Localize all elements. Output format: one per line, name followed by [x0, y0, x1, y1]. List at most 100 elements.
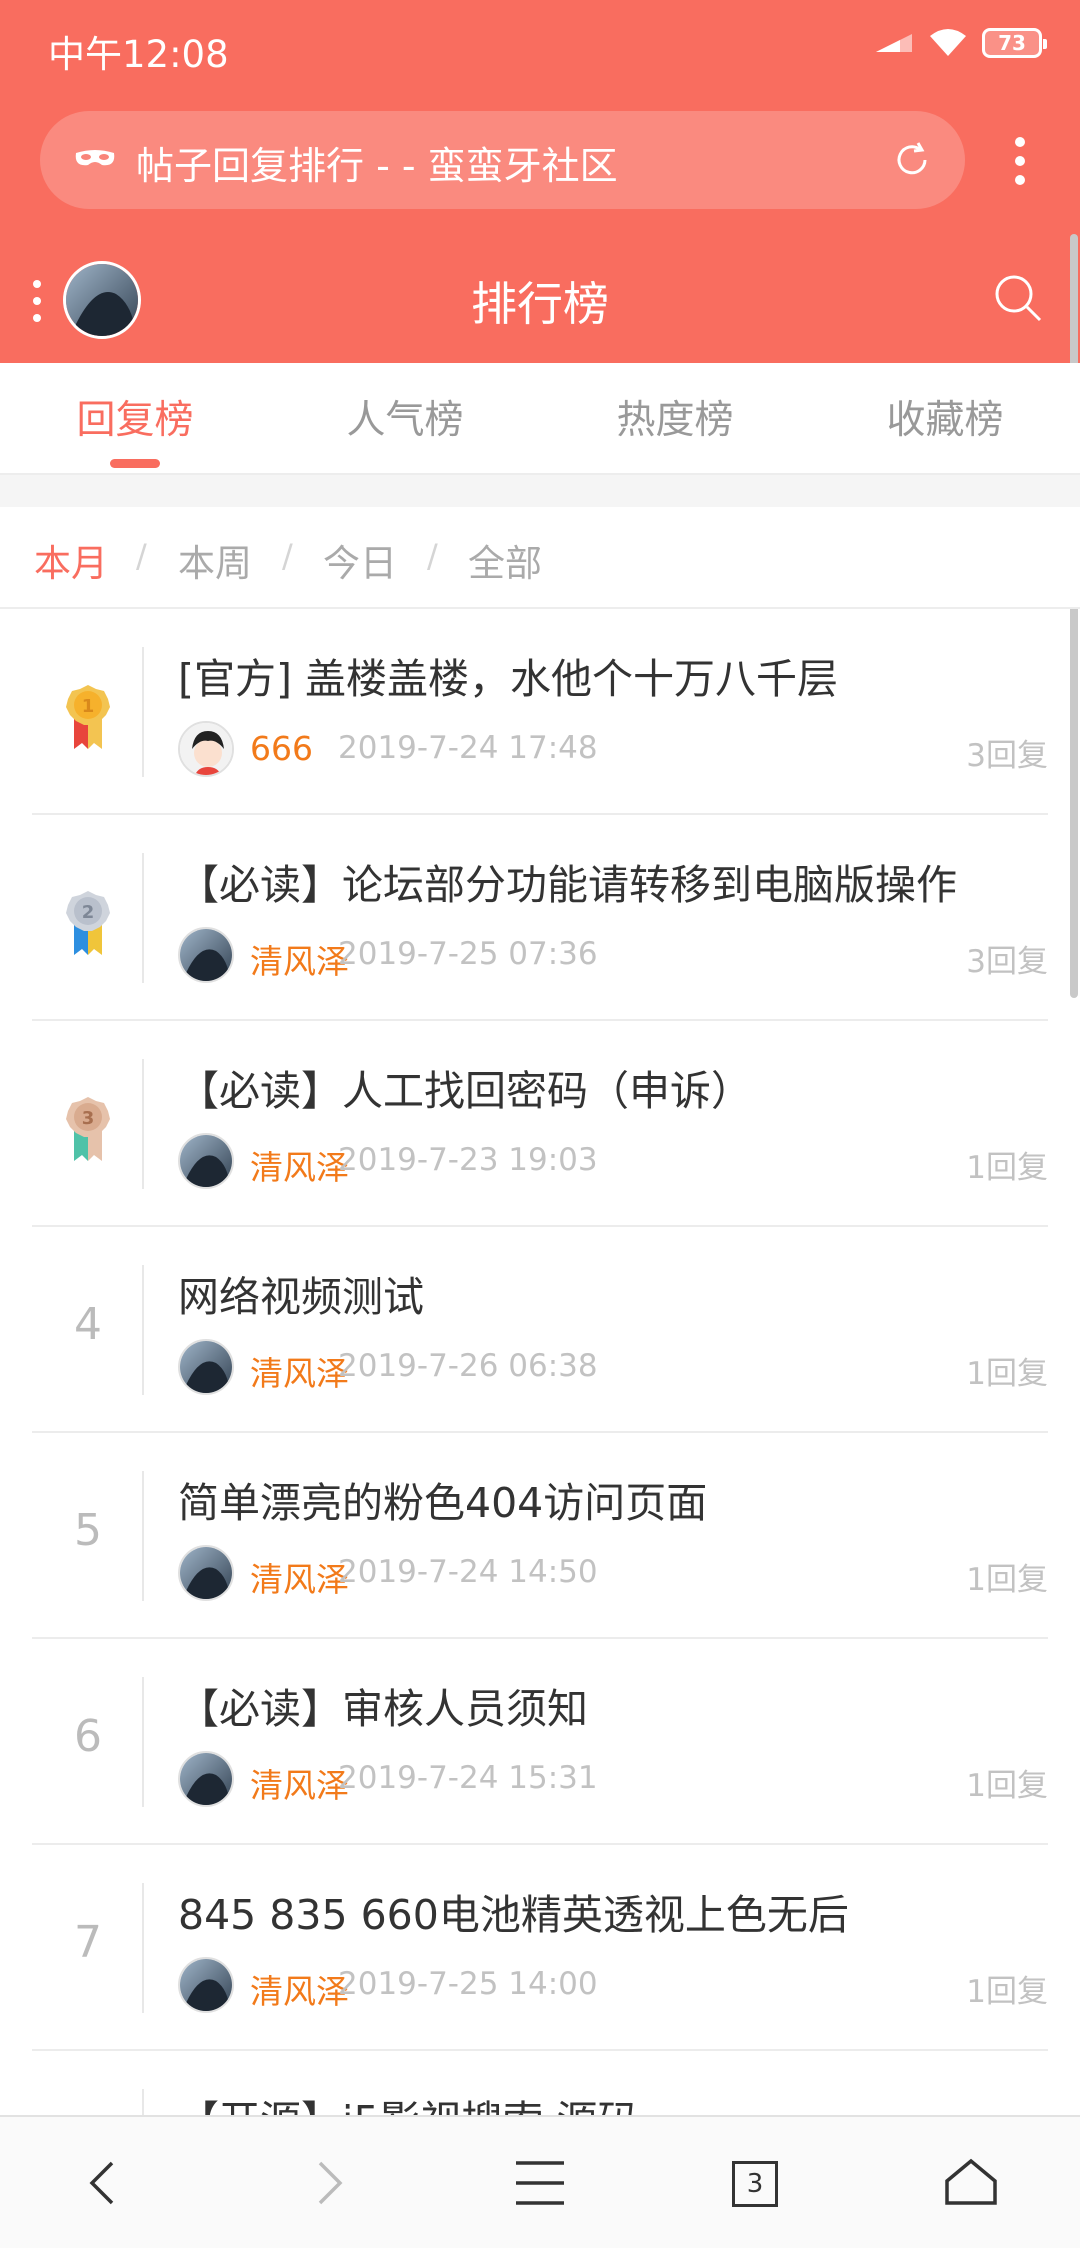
post-date: 2019-7-24 15:31: [338, 1760, 598, 1796]
tab-hotness[interactable]: 热度榜: [540, 389, 810, 445]
post-title[interactable]: 【必读】论坛部分功能请转移到电脑版操作: [178, 851, 1048, 911]
reply-count: 1回复: [966, 1356, 1048, 1392]
rank-column: 3: [0, 1021, 144, 1227]
tabs-icon[interactable]: 3: [732, 2161, 778, 2207]
tab-favorites[interactable]: 收藏榜: [810, 389, 1080, 445]
browser-bottom-bar: 3: [0, 2115, 1080, 2248]
reply-count: 3回复: [966, 944, 1048, 980]
post-title[interactable]: 【必读】审核人员须知: [178, 1675, 1048, 1735]
forward-icon[interactable]: [298, 2153, 358, 2213]
post-title[interactable]: 【必读】人工找回密码（申诉）: [178, 1057, 1048, 1117]
active-tab-indicator: [110, 459, 160, 468]
author-name[interactable]: 清风泽: [250, 935, 349, 983]
period-filter: 本月 / 本周 / 今日 / 全部: [0, 507, 1080, 609]
reply-count: 1回复: [966, 1974, 1048, 2010]
menu-icon[interactable]: [510, 2153, 570, 2213]
author-name[interactable]: 清风泽: [250, 1759, 349, 1807]
back-icon[interactable]: [74, 2153, 134, 2213]
post-title[interactable]: 845 835 660电池精英透视上色无后: [178, 1881, 1048, 1941]
author-avatar[interactable]: [178, 1751, 234, 1807]
status-icons: 73: [874, 28, 1047, 58]
post-row[interactable]: 2 【必读】论坛部分功能请转移到电脑版操作 清风泽 2019-7-25 07:3…: [0, 815, 1080, 1021]
filter-month[interactable]: 本月: [34, 533, 108, 587]
battery-icon: 73: [982, 28, 1047, 58]
more-vert-icon[interactable]: [1008, 136, 1032, 186]
medal-icon: 1: [66, 685, 110, 749]
author-avatar[interactable]: [178, 1339, 234, 1395]
filter-week[interactable]: 本周: [178, 533, 252, 587]
rank-column: 5: [0, 1433, 144, 1639]
tab-popularity[interactable]: 人气榜: [270, 389, 540, 445]
author-avatar[interactable]: [178, 721, 234, 777]
reload-icon[interactable]: [891, 139, 933, 181]
author-name[interactable]: 清风泽: [250, 1965, 349, 2013]
status-bar: 中午12:08 73: [0, 0, 1080, 96]
post-meta: 清风泽 2019-7-26 06:38 1回复: [178, 1339, 1048, 1399]
rank-column: 7: [0, 1845, 144, 2051]
author-avatar[interactable]: [178, 927, 234, 983]
medal-rank: 2: [82, 902, 95, 923]
section-divider: [0, 475, 1080, 507]
rank-divider: [142, 1677, 144, 1807]
address-bar[interactable]: 帖子回复排行 - - 蛮蛮牙社区: [40, 111, 965, 209]
app-header: 排行榜: [0, 240, 1080, 363]
author-name[interactable]: 666: [250, 729, 313, 768]
top-app-area: 中午12:08 73 帖子回复排行 - - 蛮蛮牙社区 排行榜: [0, 0, 1080, 363]
rank-column: 4: [0, 1227, 144, 1433]
post-row[interactable]: 7 845 835 660电池精英透视上色无后 清风泽 2019-7-25 14…: [0, 1845, 1080, 2051]
post-row[interactable]: 6 【必读】审核人员须知 清风泽 2019-7-24 15:31 1回复: [0, 1639, 1080, 1845]
signal-icon: [876, 34, 912, 52]
post-title[interactable]: [官方] 盖楼盖楼，水他个十万八千层: [178, 645, 1048, 705]
reply-count: 1回复: [966, 1150, 1048, 1186]
post-row[interactable]: 3 【必读】人工找回密码（申诉） 清风泽 2019-7-23 19:03 1回复: [0, 1021, 1080, 1227]
post-date: 2019-7-25 07:36: [338, 936, 598, 972]
tab-replies[interactable]: 回复榜: [0, 389, 270, 445]
filter-today[interactable]: 今日: [323, 533, 397, 587]
post-row[interactable]: 4 网络视频测试 清风泽 2019-7-26 06:38 1回复: [0, 1227, 1080, 1433]
author-avatar[interactable]: [178, 1957, 234, 2013]
post-row[interactable]: 5 简单漂亮的粉色404访问页面 清风泽 2019-7-24 14:50 1回复: [0, 1433, 1080, 1639]
wifi-icon: [930, 29, 966, 56]
page-title: 排行榜: [471, 277, 609, 331]
author-avatar[interactable]: [178, 1545, 234, 1601]
post-meta: 清风泽 2019-7-24 14:50 1回复: [178, 1545, 1048, 1605]
post-date: 2019-7-26 06:38: [338, 1348, 598, 1384]
rank-divider: [142, 1471, 144, 1601]
home-icon[interactable]: [941, 2153, 1001, 2213]
post-date: 2019-7-24 14:50: [338, 1554, 598, 1590]
post-title[interactable]: 网络视频测试: [178, 1263, 1048, 1323]
filter-separator: /: [136, 537, 147, 575]
rank-divider: [142, 1265, 144, 1395]
battery-level: 73: [998, 31, 1026, 55]
author-name[interactable]: 清风泽: [250, 1553, 349, 1601]
post-date: 2019-7-25 14:00: [338, 1966, 598, 2002]
author-name[interactable]: 清风泽: [250, 1141, 349, 1189]
rank-column: 1: [0, 609, 144, 815]
rank-column: 6: [0, 1639, 144, 1845]
reply-count: 1回复: [966, 1768, 1048, 1804]
status-time: 中午12:08: [48, 33, 229, 76]
search-icon[interactable]: [992, 272, 1044, 324]
author-name[interactable]: 清风泽: [250, 1347, 349, 1395]
filter-separator: /: [282, 537, 293, 575]
rank-number: 5: [74, 1505, 102, 1556]
medal-rank: 3: [82, 1108, 95, 1129]
rank-number: 4: [74, 1299, 102, 1350]
rank-divider: [142, 853, 144, 983]
post-meta: 清风泽 2019-7-25 07:36 3回复: [178, 927, 1048, 987]
post-date: 2019-7-23 19:03: [338, 1142, 598, 1178]
post-meta: 清风泽 2019-7-23 19:03 1回复: [178, 1133, 1048, 1193]
rank-number: 6: [74, 1711, 102, 1762]
medal-icon: 3: [66, 1097, 110, 1161]
author-avatar[interactable]: [178, 1133, 234, 1189]
mask-icon: [75, 150, 115, 166]
medal-rank: 1: [82, 696, 95, 717]
filter-all[interactable]: 全部: [468, 533, 542, 587]
rank-divider: [142, 647, 144, 777]
rank-divider: [142, 1059, 144, 1189]
filter-separator: /: [427, 537, 438, 575]
tab-count: 3: [746, 2169, 764, 2199]
post-meta: 666 2019-7-24 17:48 3回复: [178, 721, 1048, 781]
post-row[interactable]: 1 [官方] 盖楼盖楼，水他个十万八千层 666 2019-7-24 17:48…: [0, 609, 1080, 815]
post-title[interactable]: 简单漂亮的粉色404访问页面: [178, 1469, 1048, 1529]
